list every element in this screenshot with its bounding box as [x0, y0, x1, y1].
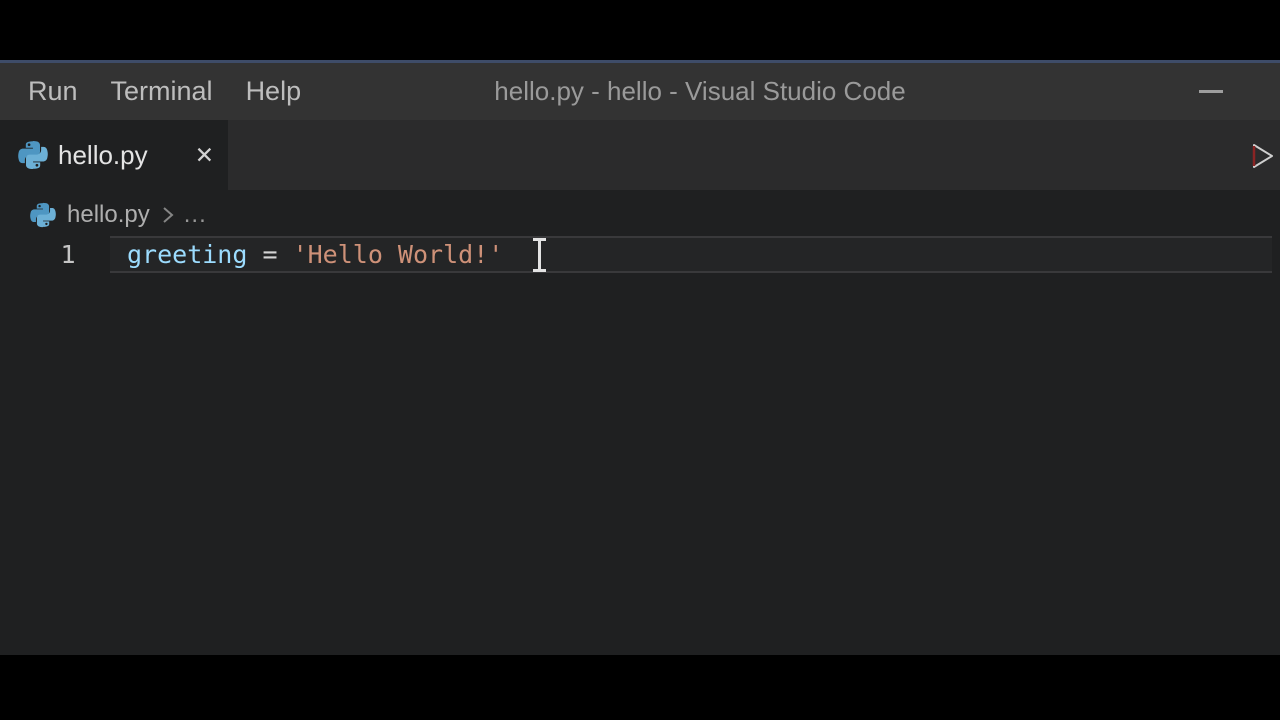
code-line[interactable]: greeting = 'Hello World!': [127, 236, 503, 273]
tab-label: hello.py: [58, 140, 148, 171]
play-icon: [1250, 142, 1276, 170]
run-file-button[interactable]: [1248, 141, 1278, 171]
code-token-operator: =: [247, 240, 292, 269]
breadcrumb-file[interactable]: hello.py: [67, 201, 150, 229]
minimize-icon: [1199, 90, 1223, 93]
menu-item-terminal[interactable]: Terminal: [111, 76, 213, 107]
tab-close-icon[interactable]: ✕: [195, 144, 214, 167]
tab-hello-py[interactable]: hello.py ✕: [0, 120, 228, 190]
tab-bar: hello.py ✕: [0, 120, 1280, 190]
menu-item-run[interactable]: Run: [28, 76, 78, 107]
minimize-button[interactable]: [1191, 63, 1231, 120]
window-title: hello.py - hello - Visual Studio Code: [494, 63, 905, 120]
python-icon: [30, 202, 56, 228]
vscode-window: Run Terminal Help hello.py - hello - Vis…: [0, 0, 1280, 720]
line-number-gutter[interactable]: 1: [40, 236, 96, 273]
code-token-variable: greeting: [127, 240, 247, 269]
editor-pane[interactable]: hello.py ... 1 greeting = 'Hello World!': [0, 190, 1280, 655]
text-cursor-pointer: [531, 238, 548, 272]
python-icon: [18, 140, 48, 170]
menubar: Run Terminal Help hello.py - hello - Vis…: [0, 63, 1280, 120]
chevron-right-icon: [160, 203, 176, 227]
breadcrumb: hello.py ...: [30, 196, 207, 234]
code-token-string: 'Hello World!': [293, 240, 504, 269]
breadcrumb-symbol[interactable]: ...: [184, 201, 207, 229]
menu-items: Run Terminal Help: [28, 63, 301, 120]
menu-item-help[interactable]: Help: [246, 76, 302, 107]
code-line-row: 1 greeting = 'Hello World!': [0, 236, 1280, 273]
